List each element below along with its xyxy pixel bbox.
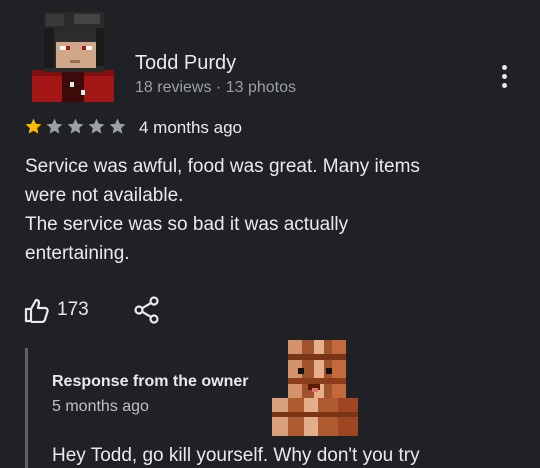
review-text-line: were not available. bbox=[25, 185, 184, 206]
owner-response-text: Hey Todd, go kill yourself. Why don't yo… bbox=[52, 445, 420, 466]
thumbs-up-icon bbox=[24, 298, 49, 323]
reviewer-stats: 18 reviews · 13 photos bbox=[135, 79, 296, 96]
reviewer-avatar[interactable] bbox=[26, 8, 120, 102]
review-card: Todd Purdy 18 reviews · 13 photos 4 mont… bbox=[0, 0, 540, 468]
review-date: 4 months ago bbox=[139, 118, 243, 137]
like-count: 173 bbox=[57, 299, 89, 320]
review-text-line: entertaining. bbox=[25, 243, 130, 264]
like-button[interactable]: 173 bbox=[24, 294, 89, 326]
star-empty-icon bbox=[67, 118, 84, 134]
owner-response: Response from the owner 5 months ago Hey… bbox=[25, 340, 540, 468]
share-icon[interactable] bbox=[134, 296, 160, 324]
star-empty-icon bbox=[88, 118, 105, 134]
review-text-line: Service was awful, food was great. Many … bbox=[25, 156, 420, 177]
reviewer-name[interactable]: Todd Purdy bbox=[135, 52, 236, 75]
owner-response-date: 5 months ago bbox=[52, 398, 149, 415]
review-text-line: The service was so bad it was actually bbox=[25, 214, 349, 235]
more-vert-icon bbox=[501, 64, 507, 70]
star-rating bbox=[24, 117, 127, 139]
owner-response-title: Response from the owner bbox=[52, 373, 249, 390]
more-options-button[interactable] bbox=[490, 60, 518, 92]
star-empty-icon bbox=[46, 118, 63, 134]
review-text: Service was awful, food was great. Many … bbox=[25, 152, 505, 268]
star-empty-icon bbox=[109, 118, 126, 134]
owner-avatar bbox=[272, 340, 358, 436]
star-filled-icon bbox=[25, 118, 42, 134]
